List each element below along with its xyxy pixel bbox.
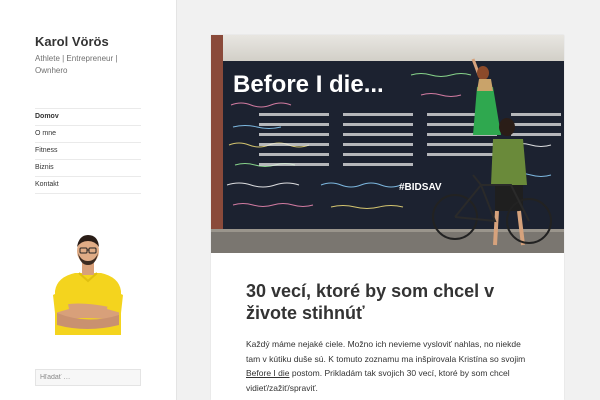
image-hashtag: #BIDSAV: [399, 182, 442, 193]
featured-image[interactable]: Before I die... #BIDSAV: [211, 35, 564, 253]
post-article: Before I die... #BIDSAV 30 vecí, ktoré b…: [211, 35, 564, 400]
site-title[interactable]: Karol Vörös: [35, 34, 109, 49]
before-i-die-link[interactable]: Before I die: [246, 368, 289, 378]
excerpt-text-start: Každý máme nejaké ciele. Možno ich nevie…: [246, 339, 526, 364]
sidebar: Karol Vörös Athlete | Entrepreneur | Own…: [0, 0, 176, 400]
nav-item-fitness[interactable]: Fitness: [35, 143, 141, 160]
nav-item-kontakt[interactable]: Kontakt: [35, 177, 141, 194]
nav-item-biznis[interactable]: Biznis: [35, 160, 141, 177]
avatar-image: [35, 229, 141, 335]
site-description: Athlete | Entrepreneur | Ownhero: [35, 54, 118, 75]
post-title[interactable]: 30 vecí, ktoré by som chcel v živote sti…: [246, 280, 536, 324]
featured-image-graphic: Before I die... #BIDSAV: [211, 35, 564, 253]
post-excerpt: Každý máme nejaké ciele. Možno ich nevie…: [246, 337, 531, 395]
search-input[interactable]: [35, 369, 141, 386]
image-heading: Before I die...: [233, 71, 384, 98]
main-navigation: Domov O mne Fitness Biznis Kontakt: [35, 108, 141, 194]
nav-item-o-mne[interactable]: O mne: [35, 126, 141, 143]
nav-item-domov[interactable]: Domov: [35, 109, 141, 126]
avatar: [35, 229, 141, 335]
